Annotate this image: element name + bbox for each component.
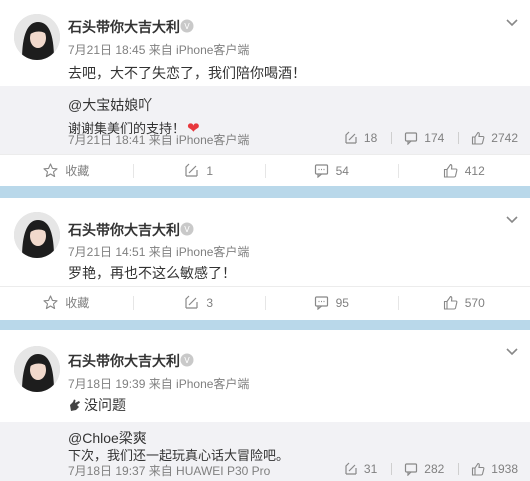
action-bar: 收藏 1 54 412: [0, 154, 530, 186]
avatar[interactable]: [14, 346, 60, 392]
quoted-comment-stat[interactable]: 174: [391, 131, 444, 145]
favorite-button[interactable]: 收藏: [0, 287, 133, 318]
post-meta: 7月21日 14:51 来自 iPhone客户端: [68, 245, 250, 259]
favorite-label: 收藏: [65, 296, 90, 310]
comment-count: 95: [335, 295, 349, 310]
quoted-like-stat[interactable]: 2742: [458, 131, 518, 145]
svg-text:V: V: [184, 22, 190, 31]
thumbs-up-icon: [443, 163, 458, 178]
repost-icon: [185, 295, 199, 309]
thumbs-up-icon: [472, 462, 485, 476]
divider: [391, 463, 393, 475]
quoted-username[interactable]: @大宝姑娘吖: [68, 95, 152, 115]
vip-badge-icon: V: [180, 19, 194, 33]
like-button[interactable]: 412: [397, 155, 530, 186]
divider: [458, 132, 460, 144]
like-count: 412: [464, 163, 485, 178]
post-separator: [0, 186, 530, 198]
quoted-stats: 31 282 1938: [330, 462, 518, 476]
post-card: 石头带你大吉大利 V 7月21日 18:45 来自 iPhone客户端 去吧，大…: [0, 0, 530, 186]
quoted-comment-stat[interactable]: 282: [391, 462, 444, 476]
divider: [458, 463, 460, 475]
post-card: 石头带你大吉大利 V 7月21日 14:51 来自 iPhone客户端 罗艳，再…: [0, 198, 530, 320]
quoted-post[interactable]: @Chloe梁爽 下次，我们还一起玩真心话大冒险吧。 7月18日 19:37 来…: [0, 422, 530, 481]
star-icon: [43, 295, 58, 310]
quoted-meta: 7月21日 18:41 来自 iPhone客户端: [68, 133, 250, 147]
thumbs-up-icon: [443, 295, 458, 310]
chevron-down-icon[interactable]: [506, 348, 518, 356]
comment-button[interactable]: 54: [265, 155, 398, 186]
repost-icon: [345, 131, 357, 144]
post-text: 罗艳，再也不这么敏感了！: [68, 265, 236, 281]
repost-count: 1: [206, 163, 214, 178]
quoted-like-count: 1938: [491, 462, 518, 476]
quoted-stats: 18 174 2742: [330, 131, 518, 145]
quoted-repost-stat[interactable]: 31: [344, 462, 377, 476]
svg-text:V: V: [184, 225, 190, 234]
quoted-comment-count: 174: [424, 131, 445, 145]
thumbs-up-icon: [472, 131, 485, 145]
quoted-repost-count: 18: [363, 131, 378, 145]
post-text: 去吧，大不了失恋了，我们陪你喝酒！: [68, 65, 306, 81]
repost-icon: [185, 163, 199, 177]
quoted-repost-count: 31: [363, 462, 378, 476]
divider: [391, 132, 393, 144]
avatar[interactable]: [14, 212, 60, 258]
username[interactable]: 石头带你大吉大利: [68, 351, 180, 371]
like-count: 570: [464, 295, 485, 310]
post-text-body: 没问题: [84, 397, 126, 413]
quoted-meta: 7月18日 19:37 来自 HUAWEI P30 Pro: [68, 464, 271, 478]
action-bar: 收藏 3 95 570: [0, 286, 530, 318]
post-card: 石头带你大吉大利 V 7月18日 19:39 来自 iPhone客户端 没问题 …: [0, 330, 530, 481]
post-text: 没问题: [68, 395, 126, 415]
chevron-down-icon[interactable]: [506, 216, 518, 224]
quoted-comment-count: 282: [424, 462, 445, 476]
username[interactable]: 石头带你大吉大利: [68, 17, 180, 37]
quoted-like-stat[interactable]: 1938: [458, 462, 518, 476]
post-meta: 7月21日 18:45 来自 iPhone客户端: [68, 43, 250, 57]
vip-badge-icon: V: [180, 353, 194, 367]
avatar[interactable]: [14, 14, 60, 60]
comment-icon: [314, 296, 328, 310]
svg-text:V: V: [184, 356, 190, 365]
quoted-repost-stat[interactable]: 18: [344, 131, 377, 145]
comment-count: 54: [335, 163, 349, 178]
repost-button[interactable]: 1: [132, 155, 266, 186]
repost-count: 3: [206, 295, 214, 310]
like-button[interactable]: 570: [397, 287, 530, 318]
comment-icon: [405, 132, 418, 145]
quoted-like-count: 2742: [491, 131, 518, 145]
star-icon: [43, 163, 58, 178]
vip-badge-icon: V: [180, 222, 194, 236]
username[interactable]: 石头带你大吉大利: [68, 220, 180, 240]
repost-button[interactable]: 3: [132, 287, 266, 318]
chevron-down-icon[interactable]: [506, 19, 518, 27]
comment-button[interactable]: 95: [265, 287, 398, 318]
post-meta: 7月18日 19:39 来自 iPhone客户端: [68, 377, 250, 391]
favorite-label: 收藏: [65, 164, 90, 178]
post-separator: [0, 320, 530, 330]
quoted-post[interactable]: @大宝姑娘吖 谢谢集美们的支持！ ❤ 7月21日 18:41 来自 iPhone客…: [0, 86, 530, 154]
ok-hand-emoji: [70, 399, 80, 411]
comment-icon: [314, 164, 328, 178]
favorite-button[interactable]: 收藏: [0, 155, 133, 186]
repost-icon: [345, 462, 357, 475]
comment-icon: [405, 463, 418, 476]
